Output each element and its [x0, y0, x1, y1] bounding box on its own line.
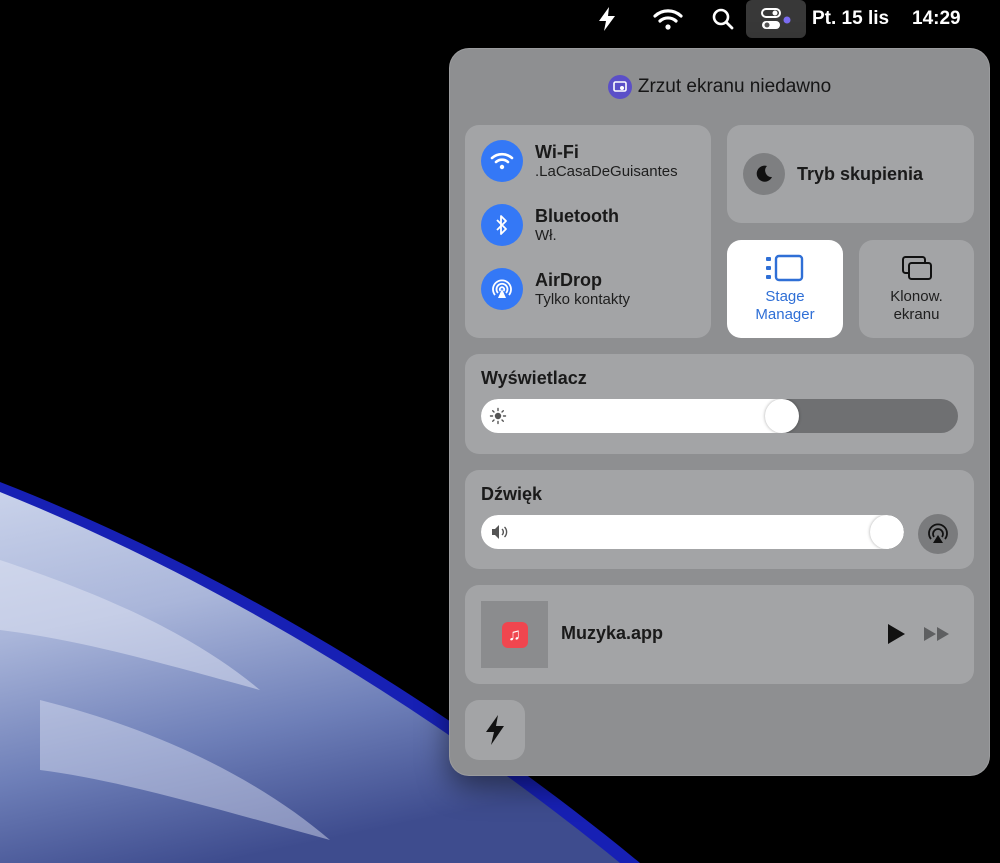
sound-tile: Dźwięk — [465, 470, 974, 569]
screen-mirroring-toggle[interactable]: Klonow. ekranu — [859, 240, 974, 338]
bluetooth-control[interactable]: Bluetooth Wł. — [481, 201, 711, 249]
display-tile: Wyświetlacz — [465, 354, 974, 454]
wifi-network-name: .LaCasaDeGuisantes — [535, 162, 678, 180]
brightness-knob[interactable] — [765, 399, 799, 433]
brightness-slider[interactable] — [481, 399, 958, 433]
brightness-fill — [481, 399, 782, 433]
focus-tile[interactable]: Tryb skupienia — [727, 125, 974, 223]
menu-bar: Pt. 15 lis 14:29 — [0, 0, 1000, 38]
wifi-title: Wi-Fi — [535, 141, 579, 162]
stage-manager-label: Stage Manager — [755, 288, 815, 323]
menubar-time[interactable]: 14:29 — [912, 0, 976, 38]
menubar-date[interactable]: Pt. 15 lis — [812, 0, 908, 38]
screen-mirroring-icon — [901, 256, 932, 280]
fast-forward-icon — [924, 627, 949, 641]
airdrop-control[interactable]: AirDrop Tylko kontakty — [481, 265, 711, 313]
bluetooth-status: Wł. — [535, 226, 557, 244]
now-playing-tile: ♫ Muzyka.app — [465, 585, 974, 684]
wifi-icon[interactable] — [650, 0, 686, 38]
music-note-icon: ♫ — [501, 621, 528, 648]
screen-mirroring-label: Klonow. ekranu — [890, 288, 943, 323]
bluetooth-title: Bluetooth — [535, 205, 619, 226]
airplay-audio-icon — [928, 523, 948, 543]
airdrop-icon — [481, 268, 523, 310]
focus-label: Tryb skupienia — [797, 163, 924, 184]
wifi-control[interactable]: Wi-Fi .LaCasaDeGuisantes — [481, 137, 711, 185]
network-tile: Wi-Fi .LaCasaDeGuisantes Bluetooth Wł. A… — [465, 125, 711, 338]
speaker-icon — [492, 525, 508, 539]
display-title: Wyświetlacz — [481, 368, 587, 388]
search-icon[interactable] — [708, 0, 738, 38]
moon-icon — [743, 153, 785, 195]
sun-icon — [489, 407, 507, 425]
album-art[interactable]: ♫ — [481, 601, 548, 668]
volume-fill — [481, 515, 887, 549]
wifi-icon — [481, 140, 523, 182]
sound-title: Dźwięk — [481, 484, 543, 504]
bluetooth-icon — [481, 204, 523, 246]
now-playing-app: Muzyka.app — [561, 623, 664, 643]
play-button[interactable] — [883, 621, 909, 647]
volume-knob[interactable] — [870, 515, 904, 549]
stage-manager-icon — [766, 254, 804, 282]
fast-forward-button[interactable] — [921, 621, 953, 647]
energy-mode-button[interactable] — [465, 700, 525, 760]
stage-manager-toggle[interactable]: Stage Manager — [727, 240, 843, 338]
screen-capture-icon — [607, 75, 632, 99]
bolt-icon — [486, 715, 504, 745]
volume-slider[interactable] — [481, 515, 904, 549]
control-center-icon[interactable] — [746, 0, 806, 38]
airdrop-title: AirDrop — [535, 269, 602, 290]
airplay-audio-button[interactable] — [918, 514, 958, 554]
control-center-panel: Zrzut ekranu niedawno Wi-Fi .LaCasaDeGui… — [449, 48, 990, 776]
screen-recording-notice[interactable]: Zrzut ekranu niedawno — [449, 72, 990, 102]
bolt-icon[interactable] — [592, 0, 622, 38]
notice-text: Zrzut ekranu niedawno — [637, 76, 832, 97]
play-icon — [888, 624, 905, 644]
airdrop-status: Tylko kontakty — [535, 290, 631, 308]
